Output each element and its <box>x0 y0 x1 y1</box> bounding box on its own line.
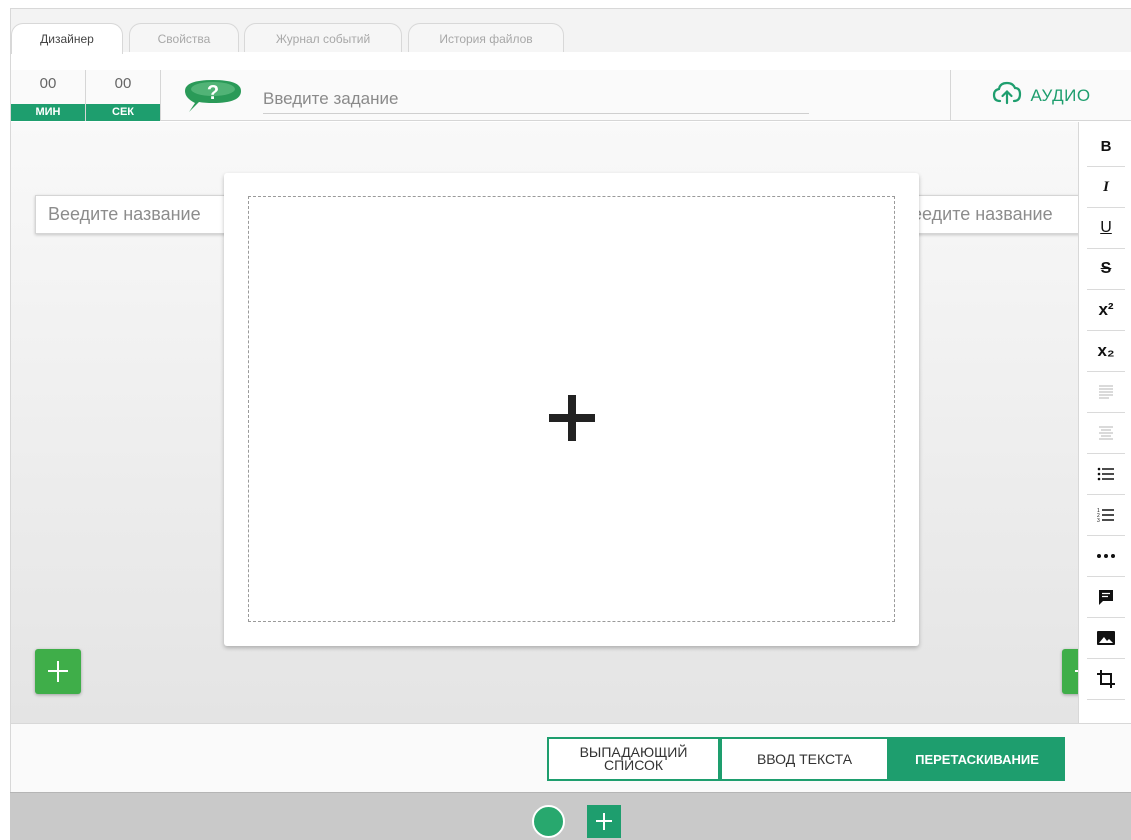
slide-indicator[interactable] <box>532 805 565 838</box>
numbered-list-icon: 123 <box>1097 508 1114 523</box>
image-button[interactable] <box>1087 618 1125 659</box>
question-bubble-icon: ? <box>183 78 243 121</box>
superscript-button[interactable]: x² <box>1087 290 1125 331</box>
tab-bar: Дизайнер Свойства Журнал событий История… <box>10 8 1131 54</box>
mode-text-input-button[interactable]: ВВОД ТЕКСТА <box>720 737 889 781</box>
align-left-button[interactable] <box>1087 372 1125 413</box>
underline-button[interactable]: U <box>1087 208 1125 249</box>
seconds-label: СЕК <box>86 104 160 121</box>
minutes-value: 00 <box>39 75 57 92</box>
image-icon <box>1097 631 1115 645</box>
design-canvas <box>10 122 1078 723</box>
add-slide-button[interactable] <box>587 805 621 838</box>
slide-footer <box>10 792 1131 840</box>
format-toolbar: B I U S x² x₂ 123 <box>1078 122 1131 723</box>
seconds-value: 00 <box>114 75 132 92</box>
align-center-icon <box>1099 426 1113 440</box>
task-header: 00 МИН 00 СЕК ? АУДИО <box>10 52 1131 122</box>
comment-icon <box>1099 589 1113 605</box>
italic-button[interactable]: I <box>1087 167 1125 208</box>
svg-text:3: 3 <box>1097 518 1100 523</box>
bulleted-list-icon <box>1097 467 1114 481</box>
plus-icon <box>549 395 595 441</box>
more-dots-icon <box>1097 554 1115 558</box>
crop-icon <box>1097 670 1115 688</box>
svg-text:?: ? <box>207 82 219 104</box>
more-button[interactable] <box>1087 536 1125 577</box>
mode-drag-drop-button[interactable]: ПЕРЕТАСКИВАНИЕ <box>889 737 1065 781</box>
mode-dropdown-button[interactable]: ВЫПАДАЮЩИЙ СПИСОК <box>547 737 720 781</box>
add-right-button[interactable] <box>1062 649 1078 694</box>
answer-mode-bar: ВЫПАДАЮЩИЙ СПИСОК ВВОД ТЕКСТА ПЕРЕТАСКИВ… <box>10 723 1131 792</box>
tab-event-log[interactable]: Журнал событий <box>244 23 402 53</box>
tab-properties[interactable]: Свойства <box>129 23 239 53</box>
align-left-icon <box>1099 385 1113 399</box>
bold-button[interactable]: B <box>1087 126 1125 167</box>
audio-label: АУДИО <box>1030 85 1091 105</box>
minutes-label: МИН <box>11 104 85 121</box>
audio-upload-button[interactable]: АУДИО <box>950 70 1131 121</box>
add-left-button[interactable] <box>35 649 81 694</box>
subscript-button[interactable]: x₂ <box>1087 331 1125 372</box>
crop-button[interactable] <box>1087 659 1125 700</box>
cloud-upload-icon <box>992 81 1022 110</box>
tab-file-history[interactable]: История файлов <box>408 23 564 53</box>
image-dropzone[interactable] <box>248 196 895 622</box>
task-input[interactable] <box>263 85 809 114</box>
image-card <box>224 173 919 646</box>
left-name-input[interactable] <box>35 195 256 234</box>
timer-minutes[interactable]: 00 МИН <box>11 70 86 121</box>
tab-designer[interactable]: Дизайнер <box>11 23 123 54</box>
comment-button[interactable] <box>1087 577 1125 618</box>
bulleted-list-button[interactable] <box>1087 454 1125 495</box>
numbered-list-button[interactable]: 123 <box>1087 495 1125 536</box>
align-center-button[interactable] <box>1087 413 1125 454</box>
timer-seconds[interactable]: 00 СЕК <box>86 70 161 121</box>
strikethrough-button[interactable]: S <box>1087 249 1125 290</box>
